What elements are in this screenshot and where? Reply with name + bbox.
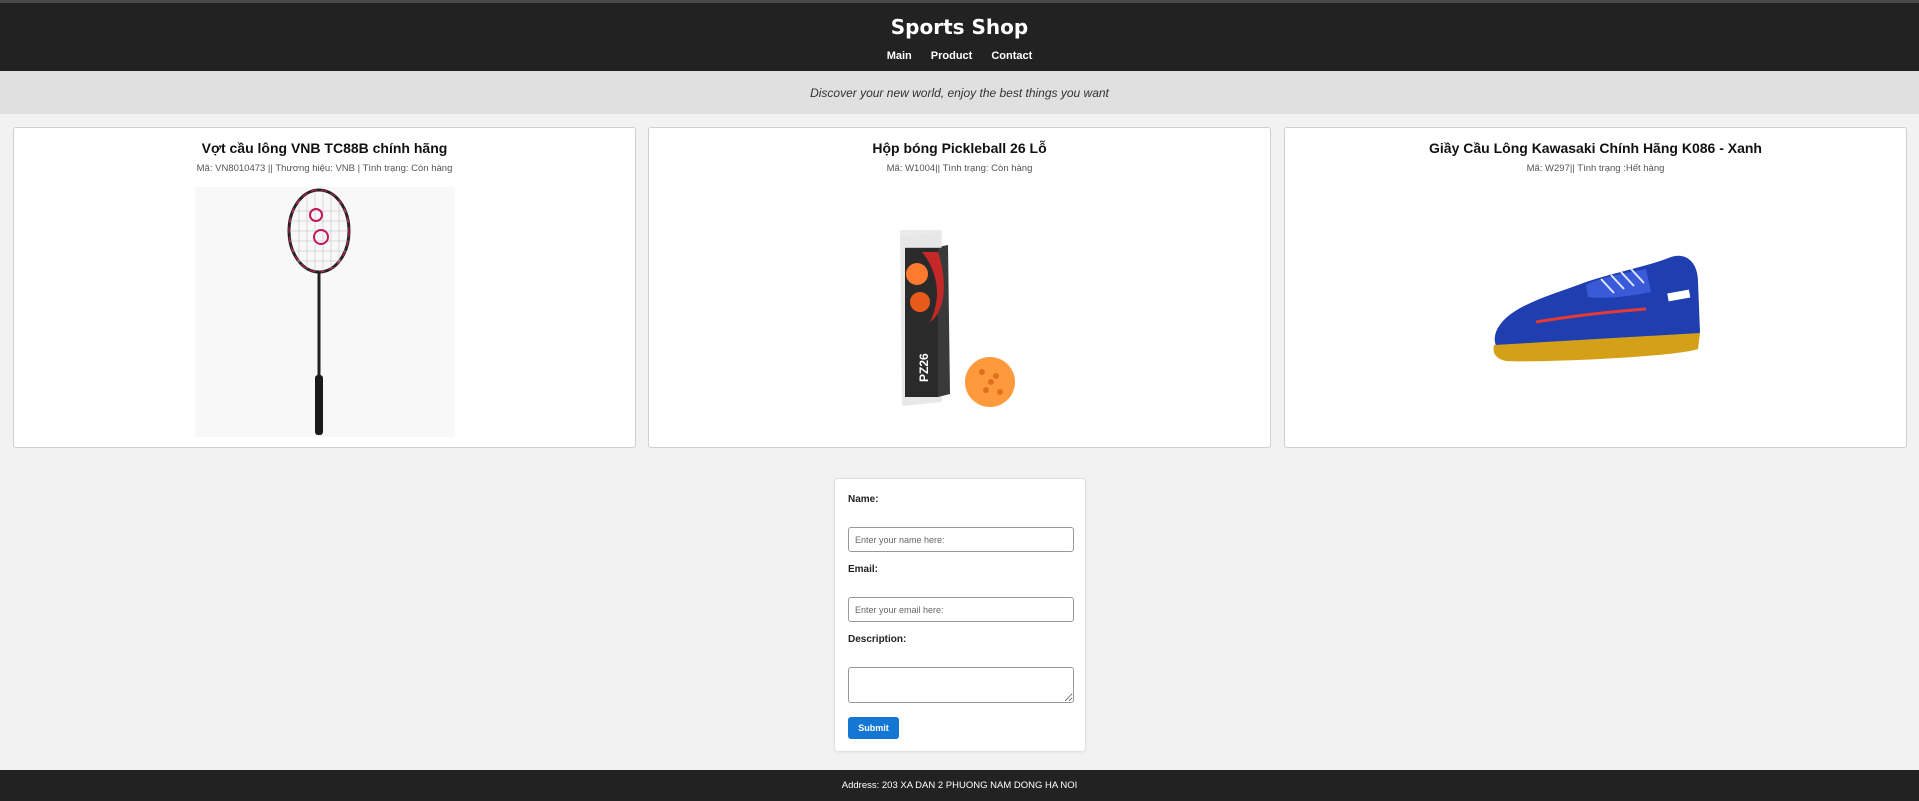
tagline: Discover your new world, enjoy the best … (810, 85, 1109, 100)
site-footer: Address: 203 XA DAN 2 PHUONG NAM DONG HA… (0, 770, 1919, 801)
badminton-shoe-image (1285, 184, 1906, 439)
product-meta: Mã: VN8010473 || Thương hiệu: VNB | Tình… (196, 163, 453, 174)
site-title: Sports Shop (890, 15, 1029, 39)
badminton-racket-image (14, 184, 635, 439)
main-nav: Main Product Contact (0, 50, 1919, 62)
product-card-pickleball[interactable]: Hộp bóng Pickleball 26 Lỗ Mã: W1004|| Tì… (648, 127, 1271, 448)
pickleball-box-image: PZ26 (649, 184, 1270, 439)
name-label: Name: (848, 494, 879, 505)
nav-link-main[interactable]: Main (887, 50, 912, 62)
description-textarea[interactable] (848, 667, 1074, 703)
email-input[interactable] (848, 597, 1074, 622)
footer-address: Address: 203 XA DAN 2 PHUONG NAM DONG HA… (841, 780, 1078, 791)
product-title: Giầy Cầu Lông Kawasaki Chính Hãng K086 -… (1429, 140, 1762, 156)
nav-link-contact[interactable]: Contact (991, 50, 1032, 62)
product-card-racket[interactable]: Vợt cầu lông VNB TC88B chính hãng Mã: VN… (13, 127, 636, 448)
box-label: PZ26 (917, 352, 931, 381)
submit-button[interactable]: Submit (848, 717, 899, 739)
site-header: Sports Shop Main Product Contact (0, 0, 1919, 71)
product-card-shoe[interactable]: Giầy Cầu Lông Kawasaki Chính Hãng K086 -… (1284, 127, 1907, 448)
product-meta: Mã: W297|| Tình trạng :Hết hàng (1526, 163, 1665, 174)
tagline-bar: Discover your new world, enjoy the best … (0, 71, 1919, 114)
product-meta: Mã: W1004|| Tình trạng: Còn hàng (886, 163, 1033, 174)
name-input[interactable] (848, 527, 1074, 552)
email-label: Email: (848, 564, 879, 575)
nav-link-product[interactable]: Product (931, 50, 973, 62)
contact-form: Name: Email: Description: Submit (834, 478, 1086, 752)
product-title: Vợt cầu lông VNB TC88B chính hãng (201, 140, 448, 156)
description-label: Description: (848, 634, 907, 645)
product-title: Hộp bóng Pickleball 26 Lỗ (872, 140, 1047, 156)
